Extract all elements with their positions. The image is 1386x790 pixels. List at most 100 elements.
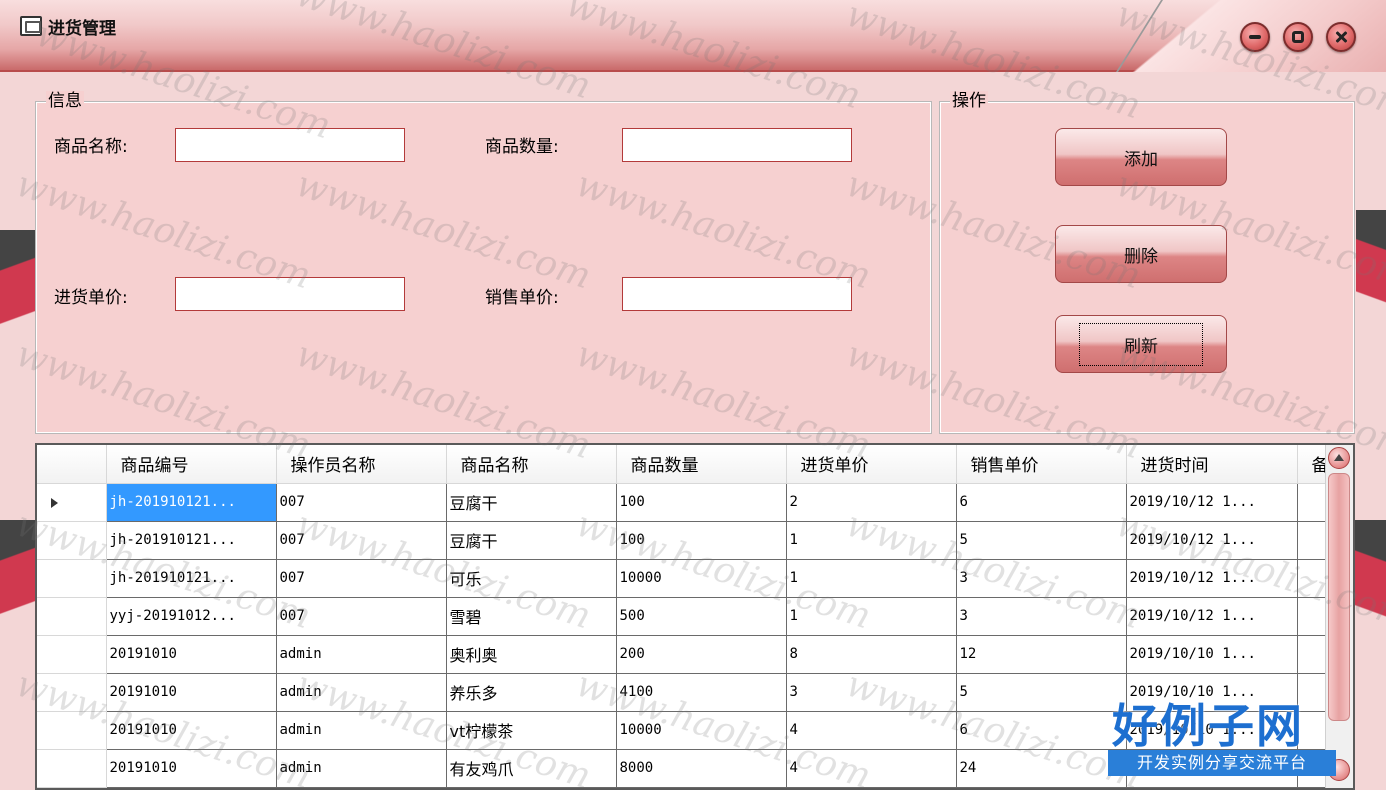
delete-button[interactable]: 删除 [1055, 225, 1227, 283]
table-cell[interactable]: 200 [616, 635, 787, 674]
table-row[interactable]: jh-201910121... 007 豆腐干 100 2 6 2019/10/12 1..… [37, 483, 1330, 522]
table-cell[interactable]: 豆腐干 [446, 521, 617, 560]
table-cell[interactable]: 3 [786, 673, 957, 712]
table-cell[interactable]: 3 [956, 597, 1127, 636]
column-header[interactable]: 商品编号 [106, 445, 277, 484]
table-cell[interactable]: 100 [616, 521, 787, 560]
table-cell[interactable]: 8000 [616, 749, 787, 788]
table-cell[interactable]: 1 [786, 597, 957, 636]
table-cell[interactable]: 007 [276, 597, 447, 636]
column-header[interactable]: 商品名称 [446, 445, 617, 484]
table-cell[interactable]: vt柠檬茶 [446, 711, 617, 750]
table-cell[interactable]: jh-201910121... [106, 483, 277, 522]
table-cell[interactable]: 养乐多 [446, 673, 617, 712]
table-row[interactable]: 20191010 admin 养乐多 4100 3 5 2019/10/10 1... [37, 673, 1330, 712]
table-cell[interactable]: 4 [786, 749, 957, 788]
table-row[interactable]: 20191010 admin vt柠檬茶 10000 4 6 2019/10/10 1... [37, 711, 1330, 750]
table-cell[interactable]: 007 [276, 559, 447, 598]
minimize-button[interactable] [1240, 22, 1270, 52]
table-cell[interactable]: 5 [956, 673, 1127, 712]
table-cell[interactable]: 2019/10/12 1... [1126, 483, 1298, 522]
table-cell[interactable]: 2019/10/12 1... [1126, 521, 1298, 560]
table-cell[interactable]: 20191010 [106, 673, 277, 712]
vertical-scrollbar[interactable] [1325, 445, 1353, 788]
row-header[interactable] [37, 559, 107, 598]
table-cell[interactable]: 6 [956, 483, 1127, 522]
refresh-button[interactable]: 刷新 [1055, 315, 1227, 373]
table-cell[interactable]: 2019/10/12 1... [1126, 597, 1298, 636]
row-header[interactable] [37, 673, 107, 712]
delete-button-label: 删除 [1124, 246, 1158, 267]
info-groupbox: 信息 商品名称: 商品数量: 进货单价: 销售单价: [35, 91, 932, 434]
table-cell[interactable]: admin [276, 635, 447, 674]
table-cell[interactable]: 007 [276, 483, 447, 522]
table-cell[interactable]: jh-201910121... [106, 559, 277, 598]
row-header[interactable] [37, 749, 107, 788]
table-row[interactable]: 20191010 admin 有友鸡爪 8000 4 24 2019/10/10 1... [37, 749, 1330, 788]
column-header[interactable]: 操作员名称 [276, 445, 447, 484]
grid-table: 商品编号 操作员名称 商品名称 商品数量 进货单价 销售单价 进货时间 备 jh… [37, 445, 1330, 788]
table-cell[interactable]: 4 [786, 711, 957, 750]
purchase-price-input[interactable] [175, 277, 405, 311]
operations-groupbox: 操作 添加 删除 刷新 [939, 91, 1355, 434]
add-button[interactable]: 添加 [1055, 128, 1227, 186]
scroll-thumb[interactable] [1328, 473, 1350, 721]
table-cell[interactable]: 2019/10/10 1... [1126, 635, 1298, 674]
table-cell[interactable]: admin [276, 749, 447, 788]
row-header[interactable] [37, 597, 107, 636]
table-cell[interactable]: 1 [786, 521, 957, 560]
column-header[interactable]: 商品数量 [616, 445, 787, 484]
table-cell[interactable]: 007 [276, 521, 447, 560]
table-cell[interactable]: 8 [786, 635, 957, 674]
table-cell[interactable]: 100 [616, 483, 787, 522]
table-cell[interactable]: yyj-20191012... [106, 597, 277, 636]
column-header[interactable]: 进货时间 [1126, 445, 1298, 484]
table-cell[interactable]: admin [276, 673, 447, 712]
row-header[interactable] [37, 521, 107, 560]
scroll-down-icon[interactable] [1328, 759, 1350, 781]
product-quantity-label: 商品数量: [485, 137, 559, 157]
sale-price-input[interactable] [622, 277, 852, 311]
purchase-data-grid[interactable]: 商品编号 操作员名称 商品名称 商品数量 进货单价 销售单价 进货时间 备 jh… [35, 443, 1355, 790]
close-button[interactable] [1326, 22, 1356, 52]
table-cell[interactable]: 24 [956, 749, 1127, 788]
table-row[interactable]: jh-201910121... 007 可乐 10000 1 3 2019/10/12 1.… [37, 559, 1330, 598]
product-quantity-input[interactable] [622, 128, 852, 162]
table-row[interactable]: yyj-20191012... 007 雪碧 500 1 3 2019/10/12 1... [37, 597, 1330, 636]
table-cell[interactable]: 3 [956, 559, 1127, 598]
table-cell[interactable]: 2019/10/10 1... [1126, 711, 1298, 750]
table-row[interactable]: 20191010 admin 奥利奥 200 8 12 2019/10/10 1... [37, 635, 1330, 674]
table-cell[interactable]: 豆腐干 [446, 483, 617, 522]
table-cell[interactable]: 4100 [616, 673, 787, 712]
row-header[interactable] [37, 483, 107, 522]
table-cell[interactable]: 5 [956, 521, 1127, 560]
row-header[interactable] [37, 635, 107, 674]
table-cell[interactable]: 有友鸡爪 [446, 749, 617, 788]
maximize-button[interactable] [1283, 22, 1313, 52]
table-cell[interactable]: 20191010 [106, 749, 277, 788]
row-header-corner [37, 445, 107, 484]
table-row[interactable]: jh-201910121... 007 豆腐干 100 1 5 2019/10/12 1..… [37, 521, 1330, 560]
table-cell[interactable]: 1 [786, 559, 957, 598]
table-cell[interactable]: 奥利奥 [446, 635, 617, 674]
table-cell[interactable]: 2 [786, 483, 957, 522]
column-header[interactable]: 销售单价 [956, 445, 1127, 484]
column-header[interactable]: 进货单价 [786, 445, 957, 484]
table-cell[interactable]: 12 [956, 635, 1127, 674]
table-cell[interactable]: jh-201910121... [106, 521, 277, 560]
table-cell[interactable]: 可乐 [446, 559, 617, 598]
table-cell[interactable]: 6 [956, 711, 1127, 750]
table-cell[interactable]: 10000 [616, 559, 787, 598]
table-cell[interactable]: 20191010 [106, 635, 277, 674]
row-header[interactable] [37, 711, 107, 750]
table-cell[interactable]: 雪碧 [446, 597, 617, 636]
table-cell[interactable]: 20191010 [106, 711, 277, 750]
table-cell[interactable]: admin [276, 711, 447, 750]
table-cell[interactable]: 10000 [616, 711, 787, 750]
product-name-input[interactable] [175, 128, 405, 162]
table-cell[interactable]: 500 [616, 597, 787, 636]
table-cell[interactable]: 2019/10/12 1... [1126, 559, 1298, 598]
table-cell[interactable]: 2019/10/10 1... [1126, 673, 1298, 712]
scroll-up-icon[interactable] [1328, 447, 1350, 469]
table-cell[interactable]: 2019/10/10 1... [1126, 749, 1298, 788]
